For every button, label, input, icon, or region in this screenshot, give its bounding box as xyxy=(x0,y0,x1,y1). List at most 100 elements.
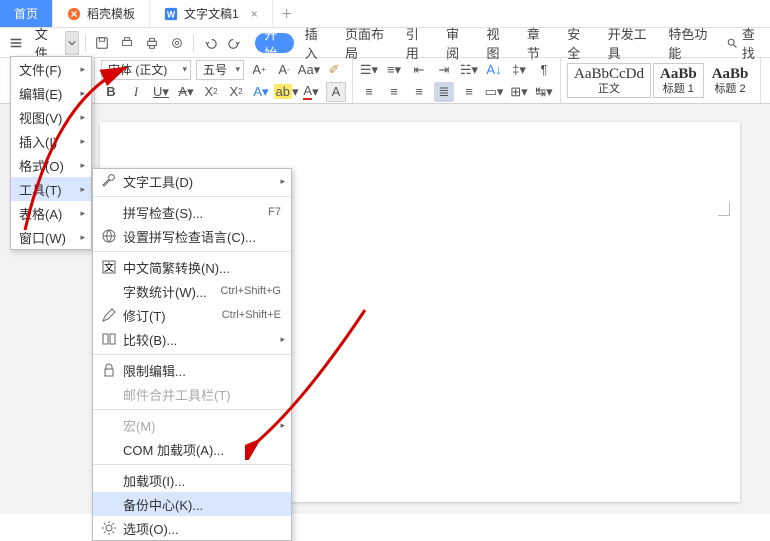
tools-menu-item-11[interactable]: 加载项(I)... xyxy=(93,468,291,492)
save-icon[interactable] xyxy=(92,31,113,55)
hamburger-icon[interactable] xyxy=(6,31,27,55)
template-icon xyxy=(67,7,81,21)
search-button[interactable]: 查找 xyxy=(726,24,764,62)
clear-format-icon[interactable]: ✐ xyxy=(324,60,344,80)
file-menu-item-7[interactable]: 窗口(W)▸ xyxy=(11,225,91,249)
menubar: 文件 开始 插入 页面布局 引用 审阅 视图 章节 安全 开发工具 特色功能 查… xyxy=(0,28,770,58)
superscript-button[interactable]: X2 xyxy=(201,82,221,102)
text-effects-button[interactable]: A▾ xyxy=(251,82,271,102)
tools-menu-item-4[interactable]: 字数统计(W)...Ctrl+Shift+G xyxy=(93,279,291,303)
tab-templates[interactable]: 稻壳模板 xyxy=(53,0,150,27)
tools-menu-item-2[interactable]: 设置拼写检查语言(C)... xyxy=(93,224,291,248)
submenu-arrow-icon: ▸ xyxy=(80,64,85,75)
file-menu-item-3[interactable]: 插入(I)▸ xyxy=(11,129,91,153)
blank-icon xyxy=(101,441,117,457)
ribbon-tab-review[interactable]: 审阅 xyxy=(437,28,475,57)
style-heading2[interactable]: AaBb标题 2 xyxy=(706,64,755,97)
file-menu-dropdown-icon[interactable] xyxy=(65,31,79,55)
tab-doc1[interactable]: W 文字文稿1 × xyxy=(150,0,273,27)
tools-menu-item-3[interactable]: 文中文简繁转换(N)... xyxy=(93,255,291,279)
shrink-font-icon[interactable]: A- xyxy=(274,60,294,80)
file-menu-item-1[interactable]: 编辑(E)▸ xyxy=(11,81,91,105)
tools-menu-item-7[interactable]: 限制编辑... xyxy=(93,358,291,382)
font-color-button[interactable]: A▾ xyxy=(301,82,321,102)
file-menu-item-6[interactable]: 表格(A)▸ xyxy=(11,201,91,225)
submenu-arrow-icon: ▸ xyxy=(280,420,285,431)
borders-button[interactable]: ⊞▾ xyxy=(509,82,529,102)
underline-button[interactable]: U▾ xyxy=(151,82,171,102)
tools-menu-item-0[interactable]: 文字工具(D)▸ xyxy=(93,169,291,193)
highlight-button[interactable]: ab▾ xyxy=(276,82,296,102)
ribbon-tab-special[interactable]: 特色功能 xyxy=(659,28,718,57)
tools-menu-item-10[interactable]: COM 加载项(A)... xyxy=(93,437,291,461)
grow-font-icon[interactable]: A+ xyxy=(249,60,269,80)
submenu-arrow-icon: ▸ xyxy=(80,136,85,147)
print-icon[interactable] xyxy=(142,31,163,55)
strikethrough-button[interactable]: A▾ xyxy=(176,82,196,102)
ribbon: 格式刷 宋体 (正文) 五号 A+ A- Aa▾ ✐ B I U▾ A▾ X2 … xyxy=(0,58,770,104)
blank-icon xyxy=(101,472,117,488)
show-paragraph-button[interactable]: ¶ xyxy=(534,60,554,80)
ribbon-tab-view[interactable]: 视图 xyxy=(478,28,516,57)
page-setup-icon[interactable] xyxy=(166,31,187,55)
subscript-button[interactable]: X2 xyxy=(226,82,246,102)
file-menu-item-5[interactable]: 工具(T)▸ xyxy=(11,177,91,201)
search-icon xyxy=(726,36,738,50)
file-menu-item-2[interactable]: 视图(V)▸ xyxy=(11,105,91,129)
print-preview-icon[interactable] xyxy=(117,31,138,55)
change-case-icon[interactable]: Aa▾ xyxy=(299,60,319,80)
tab-button[interactable]: ↹▾ xyxy=(534,82,554,102)
gear-icon xyxy=(101,520,117,536)
increase-indent-button[interactable]: ⇥ xyxy=(434,60,454,80)
tools-menu-item-9: 宏(M)▸ xyxy=(93,413,291,437)
undo-icon[interactable] xyxy=(200,31,221,55)
svg-text:文: 文 xyxy=(104,261,114,274)
ribbon-tab-insert[interactable]: 插入 xyxy=(296,28,334,57)
file-menu-item-4[interactable]: 格式(O)▸ xyxy=(11,153,91,177)
bullets-button[interactable]: ☰▾ xyxy=(359,60,379,80)
ribbon-tab-security[interactable]: 安全 xyxy=(558,28,596,57)
asian-layout-button[interactable]: ☵▾ xyxy=(459,60,479,80)
ribbon-tab-devtools[interactable]: 开发工具 xyxy=(599,28,658,57)
file-dropdown-menu: 文件(F)▸编辑(E)▸视图(V)▸插入(I)▸格式(O)▸工具(T)▸表格(A… xyxy=(10,56,92,250)
redo-icon[interactable] xyxy=(225,31,246,55)
numbering-button[interactable]: ≡▾ xyxy=(384,60,404,80)
line-spacing-button[interactable]: ‡▾ xyxy=(509,60,529,80)
decrease-indent-button[interactable]: ⇤ xyxy=(409,60,429,80)
font-size-select[interactable]: 五号 xyxy=(196,60,244,80)
char-shading-button[interactable]: A xyxy=(326,82,346,102)
distribute-button[interactable]: ≡ xyxy=(459,82,479,102)
ribbon-styles-group: AaBbCcDd正文 AaBb标题 1 AaBb标题 2 xyxy=(561,58,761,103)
tools-menu-item-13[interactable]: 选项(O)... xyxy=(93,516,291,540)
bold-button[interactable]: B xyxy=(101,82,121,102)
sort-button[interactable]: A↓ xyxy=(484,60,504,80)
style-normal[interactable]: AaBbCcDd正文 xyxy=(567,63,651,98)
submenu-arrow-icon: ▸ xyxy=(80,208,85,219)
ribbon-tab-start[interactable]: 开始 xyxy=(255,33,293,53)
align-right-button[interactable]: ≡ xyxy=(409,82,429,102)
font-name-select[interactable]: 宋体 (正文) xyxy=(101,60,191,80)
tools-menu-item-1[interactable]: 拼写检查(S)...F7 xyxy=(93,200,291,224)
align-justify-button[interactable]: ≣ xyxy=(434,82,454,102)
blank-icon xyxy=(101,386,117,402)
globe-icon xyxy=(101,228,117,244)
submenu-arrow-icon: ▸ xyxy=(280,176,285,187)
align-center-button[interactable]: ≡ xyxy=(384,82,404,102)
italic-button[interactable]: I xyxy=(126,82,146,102)
shading-button[interactable]: ▭▾ xyxy=(484,82,504,102)
tools-menu-item-12[interactable]: 备份中心(K)... xyxy=(93,492,291,516)
tools-menu-item-6[interactable]: 比较(B)...▸ xyxy=(93,327,291,351)
file-menu-item-0[interactable]: 文件(F)▸ xyxy=(11,57,91,81)
submenu-arrow-icon: ▸ xyxy=(80,160,85,171)
ribbon-tab-references[interactable]: 引用 xyxy=(397,28,435,57)
tools-menu-item-5[interactable]: 修订(T)Ctrl+Shift+E xyxy=(93,303,291,327)
ribbon-tab-page-layout[interactable]: 页面布局 xyxy=(336,28,395,57)
ribbon-tab-chapter[interactable]: 章节 xyxy=(518,28,556,57)
close-icon[interactable]: × xyxy=(251,7,258,21)
lock-icon xyxy=(101,362,117,378)
submenu-arrow-icon: ▸ xyxy=(80,184,85,195)
pencil-icon xyxy=(101,307,117,323)
compare-icon xyxy=(101,331,117,347)
style-heading1[interactable]: AaBb标题 1 xyxy=(653,63,704,98)
align-left-button[interactable]: ≡ xyxy=(359,82,379,102)
